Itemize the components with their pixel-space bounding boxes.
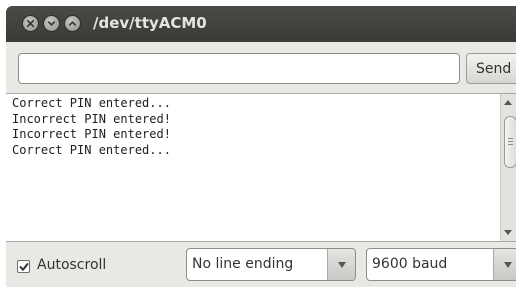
serial-monitor-window: /dev/ttyACM0 Send Correct PIN entered...… bbox=[6, 6, 516, 287]
title-bar: /dev/ttyACM0 bbox=[6, 6, 516, 42]
line-ending-dropdown-button[interactable] bbox=[327, 249, 355, 280]
console-line: Incorrect PIN entered! bbox=[12, 127, 171, 141]
grip-line bbox=[508, 144, 513, 145]
maximize-icon bbox=[68, 21, 77, 26]
minimize-icon bbox=[47, 21, 56, 26]
grip-line bbox=[508, 141, 513, 142]
autoscroll-label[interactable]: Autoscroll bbox=[37, 257, 106, 273]
window-title: /dev/ttyACM0 bbox=[93, 14, 207, 32]
minimize-window-button[interactable] bbox=[43, 15, 60, 32]
checkmark-icon bbox=[19, 263, 29, 271]
line-ending-value: No line ending bbox=[192, 256, 294, 272]
baud-rate-select[interactable]: 9600 baud bbox=[366, 248, 516, 281]
close-window-button[interactable] bbox=[22, 15, 39, 32]
console-line: Correct PIN entered... bbox=[12, 142, 171, 157]
console-line: Incorrect PIN entered! bbox=[12, 111, 171, 126]
console-line: Correct PIN entered... bbox=[12, 96, 171, 110]
baud-rate-dropdown-button[interactable] bbox=[493, 249, 516, 280]
autoscroll-checkbox[interactable] bbox=[17, 260, 30, 273]
chevron-down-icon bbox=[338, 262, 346, 268]
close-icon bbox=[26, 19, 35, 28]
grip-line bbox=[508, 138, 513, 139]
line-ending-select[interactable]: No line ending bbox=[186, 248, 356, 281]
send-button[interactable]: Send bbox=[466, 53, 516, 84]
baud-rate-value: 9600 baud bbox=[372, 256, 448, 272]
scroll-thumb[interactable] bbox=[504, 116, 516, 168]
serial-input[interactable] bbox=[18, 53, 460, 84]
vertical-scrollbar[interactable] bbox=[501, 93, 516, 242]
maximize-window-button[interactable] bbox=[64, 15, 81, 32]
scroll-down-icon[interactable] bbox=[504, 230, 512, 235]
serial-output: Correct PIN entered... Incorrect PIN ent… bbox=[6, 93, 501, 242]
scroll-up-icon[interactable] bbox=[504, 100, 512, 105]
chevron-down-icon bbox=[504, 262, 512, 268]
